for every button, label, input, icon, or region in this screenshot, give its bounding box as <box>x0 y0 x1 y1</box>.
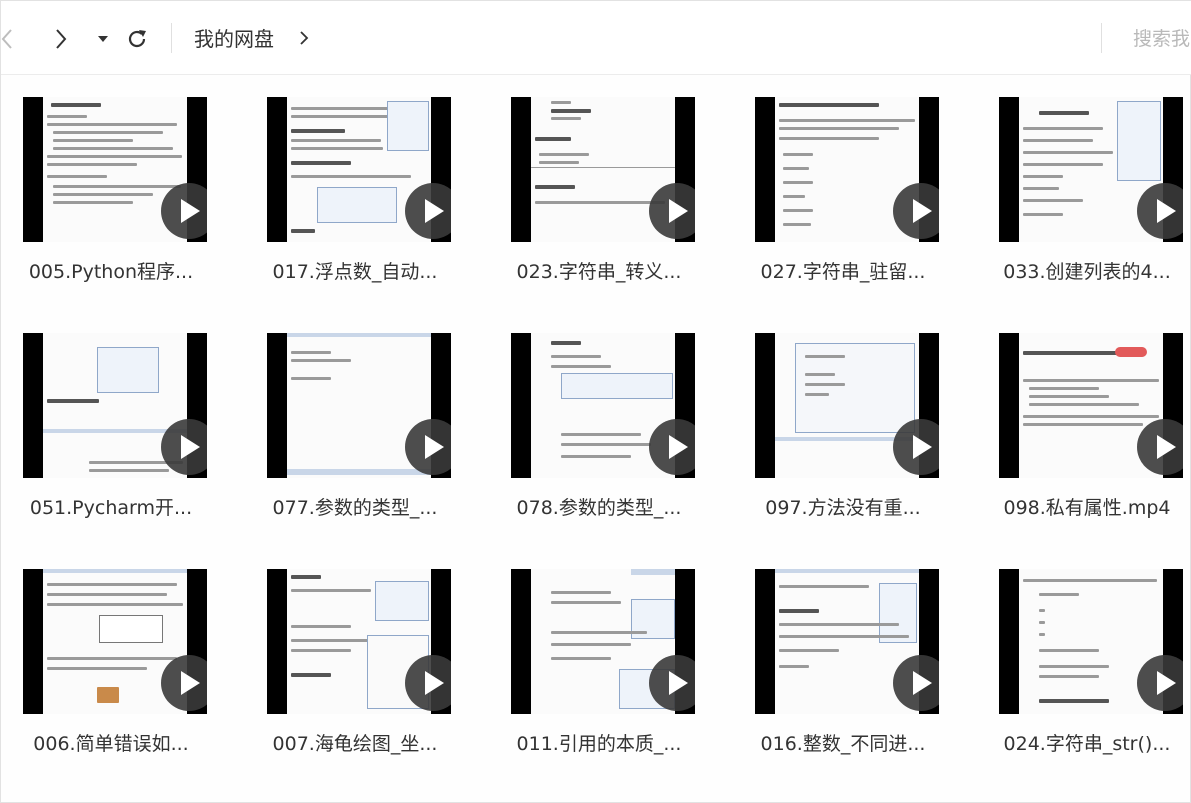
video-file-tile[interactable]: 017.浮点数_自动... <box>245 75 465 295</box>
video-thumbnail <box>511 97 695 242</box>
video-thumbnail <box>23 569 207 714</box>
file-name: 098.私有属性.mp4 <box>1003 497 1171 519</box>
file-name: 006.简单错误如... <box>33 733 189 755</box>
video-thumbnail <box>999 569 1183 714</box>
video-file-tile[interactable]: 006.简单错误如... <box>1 547 221 767</box>
toolbar: 我的网盘 搜索我 <box>1 1 1191 75</box>
forward-button[interactable] <box>47 23 75 55</box>
video-file-tile[interactable]: 098.私有属性.mp4 <box>977 311 1191 531</box>
refresh-icon <box>128 30 146 48</box>
file-browser-window: 我的网盘 搜索我 005.Python程序... 017.浮点数_自动... 0… <box>0 0 1191 803</box>
chevron-left-icon <box>1 29 12 49</box>
video-thumbnail <box>755 569 939 714</box>
search-input[interactable]: 搜索我 <box>1133 23 1191 55</box>
video-thumbnail <box>23 333 207 478</box>
file-name: 007.海龟绘图_坐... <box>272 733 438 755</box>
file-name: 078.参数的类型_... <box>516 497 682 519</box>
search-divider <box>1101 23 1102 53</box>
video-file-tile[interactable]: 023.字符串_转义... <box>489 75 709 295</box>
breadcrumb-root[interactable]: 我的网盘 <box>194 25 274 53</box>
video-file-tile[interactable]: 007.海龟绘图_坐... <box>245 547 465 767</box>
video-thumbnail <box>999 333 1183 478</box>
video-thumbnail <box>267 333 451 478</box>
file-name: 024.字符串_str()... <box>1003 733 1171 755</box>
file-name: 051.Pycharm开... <box>29 497 193 519</box>
file-name: 011.引用的本质_... <box>516 733 682 755</box>
file-name: 077.参数的类型_... <box>272 497 438 519</box>
file-name: 005.Python程序... <box>28 261 194 283</box>
file-name: 017.浮点数_自动... <box>272 261 438 283</box>
video-file-tile[interactable]: 024.字符串_str()... <box>977 547 1191 767</box>
video-thumbnail <box>511 569 695 714</box>
video-file-tile[interactable]: 033.创建列表的4... <box>977 75 1191 295</box>
file-name: 033.创建列表的4... <box>1003 261 1171 283</box>
file-grid: 005.Python程序... 017.浮点数_自动... 023.字符串_转义… <box>1 75 1191 803</box>
video-file-tile[interactable]: 051.Pycharm开... <box>1 311 221 531</box>
video-file-tile[interactable]: 078.参数的类型_... <box>489 311 709 531</box>
video-thumbnail <box>755 97 939 242</box>
video-file-tile[interactable]: 005.Python程序... <box>1 75 221 295</box>
breadcrumb-chevron-icon[interactable] <box>297 28 311 48</box>
caret-down-icon <box>98 36 108 42</box>
video-file-tile[interactable]: 077.参数的类型_... <box>245 311 465 531</box>
history-dropdown-button[interactable] <box>89 23 117 55</box>
video-thumbnail <box>267 97 451 242</box>
video-file-tile[interactable]: 097.方法没有重... <box>733 311 953 531</box>
file-name: 097.方法没有重... <box>765 497 921 519</box>
video-thumbnail <box>999 97 1183 242</box>
video-file-tile[interactable]: 027.字符串_驻留... <box>733 75 953 295</box>
file-name: 027.字符串_驻留... <box>760 261 926 283</box>
video-file-tile[interactable]: 011.引用的本质_... <box>489 547 709 767</box>
file-name: 023.字符串_转义... <box>516 261 682 283</box>
video-file-tile[interactable]: 016.整数_不同进... <box>733 547 953 767</box>
back-button[interactable] <box>0 23 21 55</box>
file-name: 016.整数_不同进... <box>760 733 926 755</box>
toolbar-divider <box>171 23 172 53</box>
video-thumbnail <box>755 333 939 478</box>
video-thumbnail <box>511 333 695 478</box>
chevron-right-icon <box>56 29 67 49</box>
video-thumbnail <box>23 97 207 242</box>
refresh-button[interactable] <box>123 23 151 55</box>
video-thumbnail <box>267 569 451 714</box>
